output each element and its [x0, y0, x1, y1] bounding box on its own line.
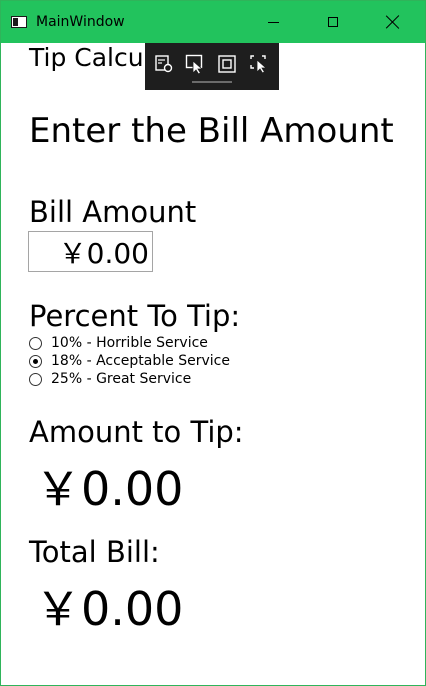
tip-option-25[interactable]: 25% - Great Service — [29, 370, 191, 388]
radio-button[interactable] — [29, 336, 42, 350]
app-window-icon — [11, 16, 27, 28]
tip-option-label: 10% - Horrible Service — [51, 335, 208, 351]
toolbar-collapse-handle[interactable] — [192, 81, 232, 83]
select-element-icon — [185, 54, 204, 74]
close-button[interactable] — [367, 1, 419, 43]
track-focused-element-button[interactable] — [248, 53, 270, 75]
bill-amount-input[interactable] — [28, 231, 153, 272]
page-heading: Enter the Bill Amount — [29, 111, 394, 151]
title-bar[interactable]: MainWindow — [1, 1, 425, 43]
select-element-button[interactable] — [184, 53, 206, 75]
tip-option-label: 18% - Acceptable Service — [51, 353, 230, 369]
display-layout-adorners-button[interactable] — [216, 53, 238, 75]
maximize-icon — [328, 17, 338, 27]
tip-option-18[interactable]: 18% - Acceptable Service — [29, 352, 230, 370]
radio-button-checked[interactable] — [29, 354, 42, 368]
percent-to-tip-label: Percent To Tip: — [29, 299, 241, 333]
track-focused-element-icon — [250, 55, 268, 74]
amount-to-tip-value: ￥0.00 — [35, 462, 184, 516]
display-layout-adorners-icon — [218, 55, 236, 73]
tip-option-10[interactable]: 10% - Horrible Service — [29, 334, 208, 352]
window-title: MainWindow — [36, 14, 125, 30]
minimize-button[interactable] — [247, 1, 299, 43]
maximize-button[interactable] — [307, 1, 359, 43]
live-visual-tree-icon — [155, 55, 173, 73]
bill-amount-label: Bill Amount — [29, 195, 197, 229]
radio-button[interactable] — [29, 372, 42, 386]
total-bill-label: Total Bill: — [29, 535, 160, 569]
xaml-debug-toolbar — [145, 43, 279, 90]
minimize-icon — [267, 21, 279, 23]
main-window: MainWindow Tip Calcul Enter the Bill Amo… — [0, 0, 426, 686]
live-visual-tree-button[interactable] — [153, 53, 175, 75]
amount-to-tip-label: Amount to Tip: — [29, 415, 244, 449]
close-icon — [386, 15, 400, 29]
tip-option-label: 25% - Great Service — [51, 371, 192, 387]
total-bill-value: ￥0.00 — [35, 582, 184, 636]
app-title: Tip Calcul — [29, 43, 151, 72]
